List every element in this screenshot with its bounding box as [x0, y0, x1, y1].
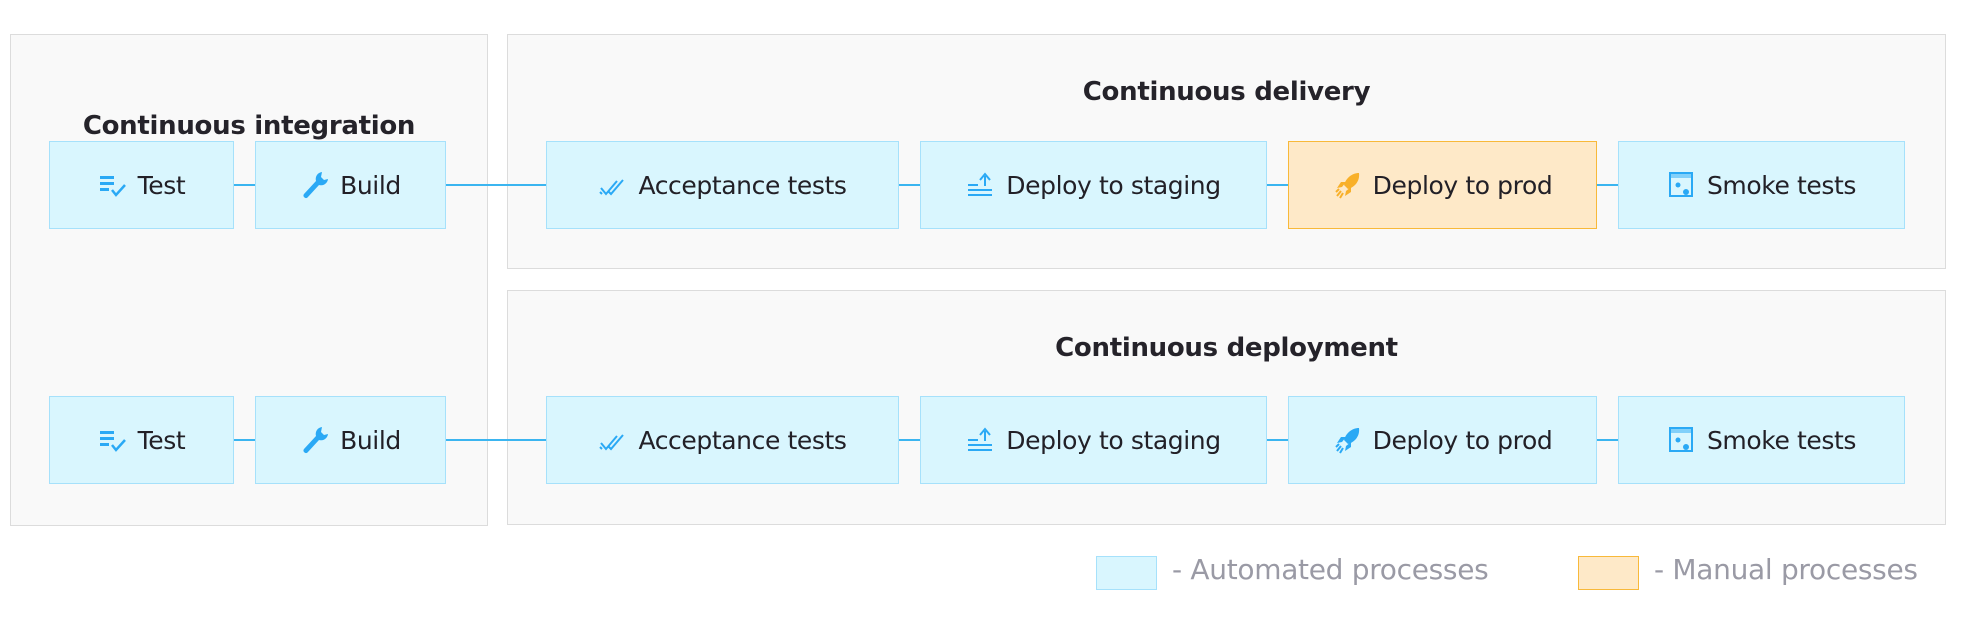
panel-title: Continuous deployment [1055, 333, 1398, 363]
legend-manual-label: - Manual processes [1654, 553, 1918, 586]
panel-title: Continuous integration [82, 111, 416, 141]
step-build: Build [255, 396, 446, 484]
checklist-icon [98, 425, 128, 455]
step-label: Test [137, 170, 186, 200]
legend-manual-swatch [1578, 556, 1639, 590]
wrench-icon [300, 170, 330, 200]
step-label: Acceptance tests [638, 170, 847, 200]
step-acceptance-tests: Acceptance tests [546, 141, 899, 229]
double-check-icon [598, 170, 628, 200]
step-test: Test [49, 141, 234, 229]
browser-gear-icon [1667, 425, 1697, 455]
legend-automated-swatch [1096, 556, 1157, 590]
step-deploy-to-staging: Deploy to staging [920, 396, 1267, 484]
rocket-icon [1333, 170, 1363, 200]
step-label: Deploy to prod [1372, 425, 1553, 455]
checklist-icon [98, 170, 128, 200]
step-label: Build [340, 170, 401, 200]
step-build: Build [255, 141, 446, 229]
step-label: Smoke tests [1706, 425, 1857, 455]
step-label: Acceptance tests [638, 425, 847, 455]
step-smoke-tests: Smoke tests [1618, 141, 1905, 229]
step-deploy-to-prod: Deploy to prod [1288, 396, 1597, 484]
step-label: Deploy to prod [1372, 170, 1553, 200]
step-smoke-tests: Smoke tests [1618, 396, 1905, 484]
wrench-icon [300, 425, 330, 455]
step-label: Smoke tests [1706, 170, 1857, 200]
step-label: Deploy to staging [1006, 170, 1221, 200]
upload-lines-icon [966, 425, 996, 455]
rocket-icon [1333, 425, 1363, 455]
step-label: Test [137, 425, 186, 455]
step-label: Build [340, 425, 401, 455]
step-deploy-to-prod: Deploy to prod [1288, 141, 1597, 229]
step-acceptance-tests: Acceptance tests [546, 396, 899, 484]
browser-gear-icon [1667, 170, 1697, 200]
double-check-icon [598, 425, 628, 455]
panel-title: Continuous delivery [1082, 77, 1371, 107]
upload-lines-icon [966, 170, 996, 200]
step-test: Test [49, 396, 234, 484]
legend-automated-label: - Automated processes [1172, 553, 1489, 586]
step-label: Deploy to staging [1006, 425, 1221, 455]
step-deploy-to-staging: Deploy to staging [920, 141, 1267, 229]
